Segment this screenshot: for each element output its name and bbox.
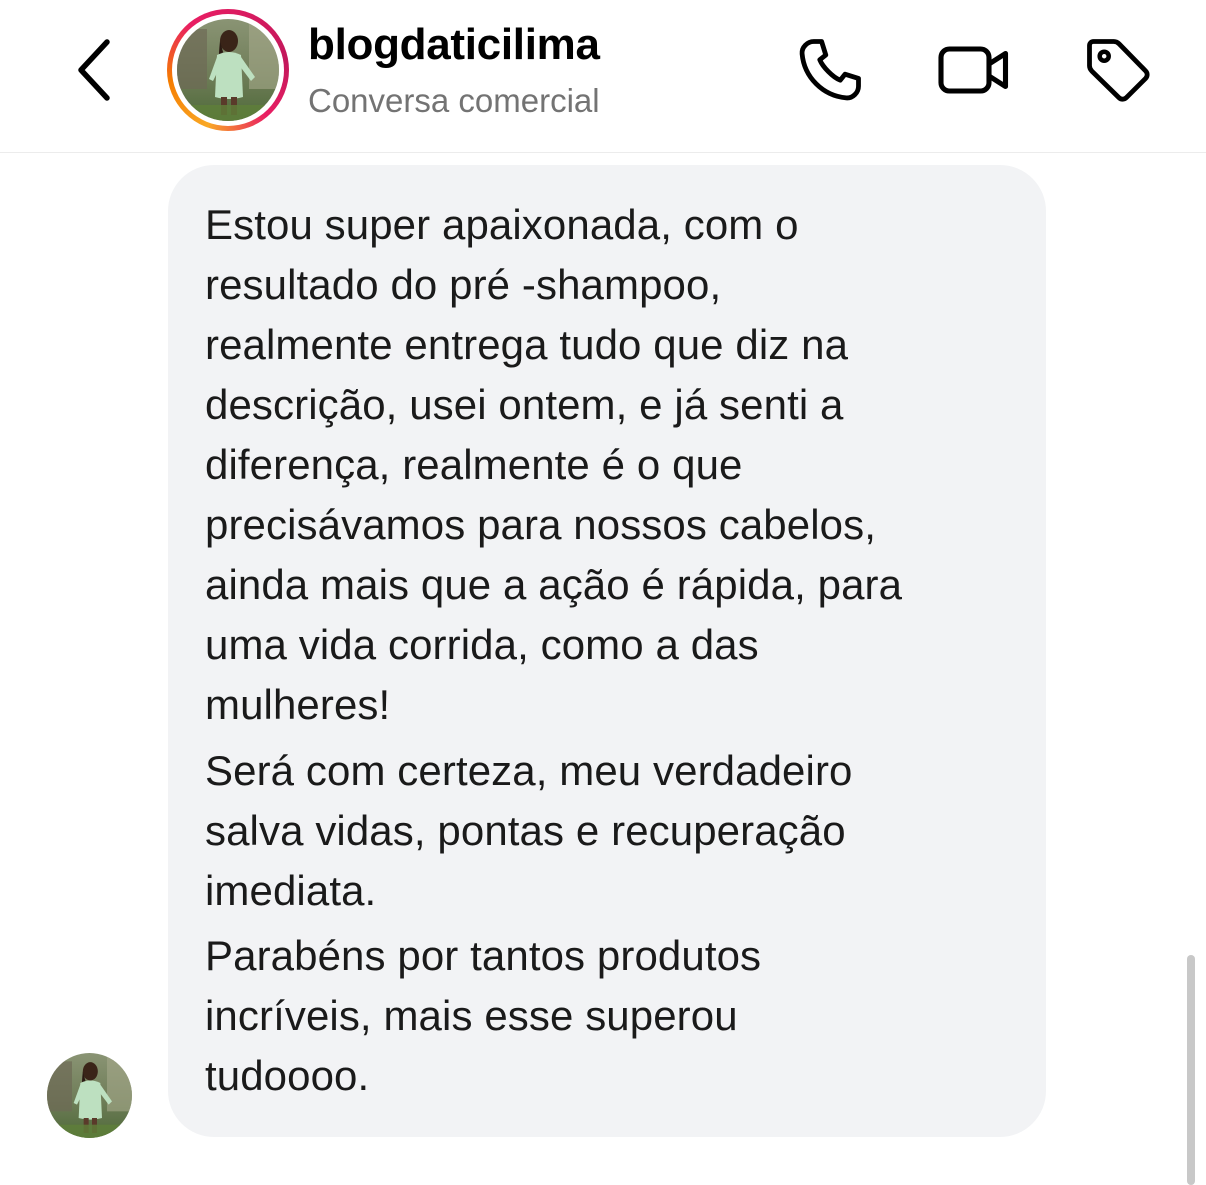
profile-avatar[interactable] bbox=[167, 9, 289, 131]
message-paragraph: Estou super apaixonada, com o resultado … bbox=[205, 201, 903, 728]
label-button[interactable] bbox=[1078, 30, 1158, 110]
chat-subtitle: Conversa comercial bbox=[308, 82, 600, 119]
chat-header: blogdaticilima Conversa comercial bbox=[0, 0, 1206, 153]
back-button[interactable] bbox=[64, 34, 124, 106]
chevron-left-icon bbox=[78, 39, 110, 101]
scrollbar[interactable] bbox=[1187, 955, 1195, 1185]
message-bubble[interactable]: Estou super apaixonada, com o resultado … bbox=[168, 165, 1046, 1137]
message-paragraph: Parabéns por tantos produtos incríveis, … bbox=[205, 932, 762, 1099]
phone-icon bbox=[799, 39, 861, 101]
video-camera-icon bbox=[938, 46, 1009, 94]
message-paragraph: Será com certeza, meu verdadeiro salva v… bbox=[205, 747, 853, 914]
chat-screen: blogdaticilima Conversa comercial Estou … bbox=[0, 0, 1206, 1185]
chat-username[interactable]: blogdaticilima bbox=[308, 20, 600, 70]
sender-avatar[interactable] bbox=[47, 1053, 132, 1138]
video-call-button[interactable] bbox=[934, 30, 1014, 110]
call-button[interactable] bbox=[790, 30, 870, 110]
tag-icon bbox=[1087, 39, 1150, 102]
avatar-photo bbox=[177, 19, 279, 121]
